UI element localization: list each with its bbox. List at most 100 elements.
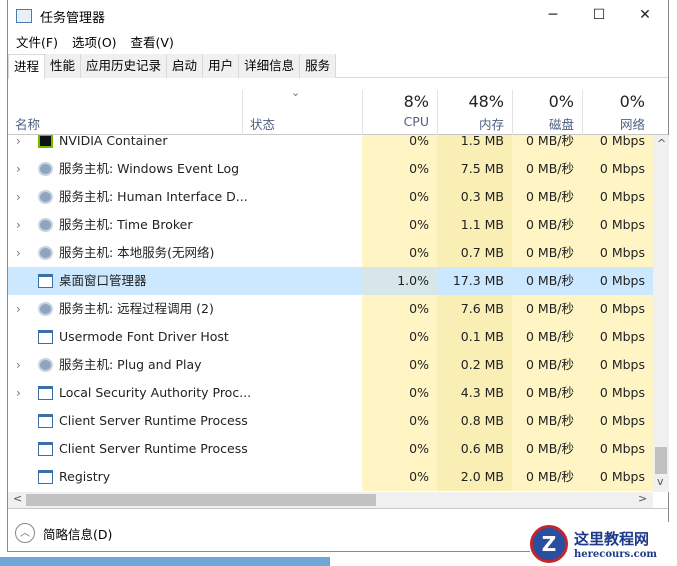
tab-details[interactable]: 详细信息 [239, 54, 301, 78]
process-disk: 0 MB/秒 [512, 267, 582, 295]
process-net: 0 Mbps [582, 135, 653, 155]
horizontal-scrollbar[interactable]: < > [8, 492, 653, 508]
chevron-up-icon: ︿ [15, 523, 35, 543]
tab-processes[interactable]: 进程 [8, 54, 46, 79]
process-row[interactable]: › 服务主机: Human Interface D... 0% 0.3 MB 0 MB/… [8, 183, 653, 211]
watermark-url: herecours.com [574, 549, 658, 560]
scroll-left-icon[interactable]: < [13, 492, 22, 505]
fewer-details-label: 简略信息(D) [43, 526, 113, 542]
vertical-scrollbar[interactable]: ^ v [653, 135, 669, 492]
tab-users[interactable]: 用户 [203, 54, 240, 78]
background-strip [0, 557, 330, 566]
tab-startup[interactable]: 启动 [167, 54, 204, 78]
cpu-total: 8% [403, 92, 429, 111]
process-disk: 0 MB/秒 [512, 379, 582, 407]
process-cpu: 0% [362, 135, 437, 155]
menu-file[interactable]: 文件(F) [16, 32, 58, 51]
expand-chevron-icon[interactable]: › [16, 351, 21, 379]
process-cpu: 0% [362, 351, 437, 379]
process-row[interactable]: › 服务主机: Time Broker 0% 1.1 MB 0 MB/秒 0 Mbps [8, 211, 653, 239]
process-mem: 1.1 MB [437, 211, 512, 239]
process-mem: 1.5 MB [437, 135, 512, 155]
process-disk: 0 MB/秒 [512, 239, 582, 267]
tab-app-history[interactable]: 应用历史记录 [81, 54, 168, 78]
column-cpu[interactable]: 8% CPU [362, 90, 437, 135]
process-row[interactable]: › Local Security Authority Proc... 0% 4.3 M… [8, 379, 653, 407]
gear-icon [38, 162, 53, 176]
expand-chevron-icon[interactable]: › [16, 295, 21, 323]
cpu-label: CPU [403, 114, 429, 129]
watermark-logo: Z [530, 525, 568, 563]
process-net: 0 Mbps [582, 379, 653, 407]
network-total: 0% [619, 92, 645, 111]
column-memory[interactable]: 48% 内存 [437, 90, 512, 135]
column-name[interactable]: 名称 [8, 90, 242, 135]
process-cpu: 0% [362, 379, 437, 407]
process-cpu: 1.0% [362, 267, 437, 295]
menu-options[interactable]: 选项(O) [72, 32, 117, 51]
window-icon [38, 442, 53, 456]
process-disk: 0 MB/秒 [512, 435, 582, 463]
gear-icon [38, 218, 53, 232]
disk-total: 0% [548, 92, 574, 111]
expand-chevron-icon[interactable]: › [16, 183, 21, 211]
process-cpu: 0% [362, 239, 437, 267]
column-status[interactable]: ⌄ 状态 [242, 86, 362, 135]
process-row[interactable]: Usermode Font Driver Host 0% 0.1 MB 0 MB/秒 0… [8, 323, 653, 351]
menu-view[interactable]: 查看(V) [131, 32, 174, 51]
process-name: 服务主机: Time Broker [59, 217, 193, 232]
horizontal-scroll-thumb[interactable] [26, 494, 376, 506]
process-row[interactable]: › 服务主机: 远程过程调用 (2) 0% 7.6 MB 0 MB/秒 0 Mbps [8, 295, 653, 323]
sort-chevron-icon: ⌄ [291, 86, 301, 99]
process-disk: 0 MB/秒 [512, 295, 582, 323]
window-title: 任务管理器 [40, 10, 106, 26]
window-icon [38, 414, 53, 428]
process-row[interactable]: › 服务主机: Windows Event Log 0% 7.5 MB 0 MB/秒 0 … [8, 155, 653, 183]
window-icon [38, 386, 53, 400]
process-name: NVIDIA Container [59, 135, 168, 148]
expand-chevron-icon[interactable]: › [16, 239, 21, 267]
process-name: 服务主机: Windows Event Log [59, 161, 240, 176]
process-row[interactable]: Client Server Runtime Process 0% 0.8 MB 0 M… [8, 407, 653, 435]
process-row[interactable]: › 服务主机: Plug and Play 0% 0.2 MB 0 MB/秒 0 Mbps [8, 351, 653, 379]
gear-icon [38, 246, 53, 260]
expand-chevron-icon[interactable]: › [16, 155, 21, 183]
process-name: Client Server Runtime Process [59, 441, 248, 456]
close-button[interactable]: ✕ [622, 0, 668, 30]
process-name: 服务主机: Plug and Play [59, 357, 202, 372]
scroll-down-icon[interactable]: v [657, 475, 664, 488]
process-row[interactable]: › 服务主机: 本地服务(无网络) 0% 0.7 MB 0 MB/秒 0 Mbps [8, 239, 653, 267]
process-net: 0 Mbps [582, 463, 653, 491]
process-net: 0 Mbps [582, 267, 653, 295]
scroll-right-icon[interactable]: > [638, 492, 647, 505]
process-cpu: 0% [362, 295, 437, 323]
expand-chevron-icon[interactable]: › [16, 379, 21, 407]
maximize-button[interactable]: ☐ [576, 0, 622, 30]
gear-icon [38, 358, 53, 372]
expand-chevron-icon[interactable]: › [16, 211, 21, 239]
process-mem: 17.3 MB [437, 267, 512, 295]
process-mem: 0.3 MB [437, 183, 512, 211]
column-network[interactable]: 0% 网络 [582, 90, 653, 135]
task-manager-icon [16, 9, 32, 23]
tab-performance[interactable]: 性能 [45, 54, 82, 78]
column-disk[interactable]: 0% 磁盘 [512, 90, 582, 135]
tab-bar: 进程 性能 应用历史记录 启动 用户 详细信息 服务 [8, 54, 668, 79]
scroll-up-icon[interactable]: ^ [657, 137, 666, 150]
process-cpu: 0% [362, 155, 437, 183]
process-net: 0 Mbps [582, 211, 653, 239]
process-row[interactable]: › NVIDIA Container 0% 1.5 MB 0 MB/秒 0 Mbps [8, 135, 653, 155]
process-row[interactable]: 桌面窗口管理器 1.0% 17.3 MB 0 MB/秒 0 Mbps [8, 267, 653, 295]
process-name: 服务主机: 远程过程调用 (2) [59, 301, 214, 316]
expand-chevron-icon[interactable]: › [16, 135, 21, 155]
watermark-title: 这里教程网 [574, 530, 650, 548]
vertical-scroll-thumb[interactable] [655, 447, 667, 474]
menu-bar: 文件(F) 选项(O) 查看(V) [16, 32, 174, 51]
process-row[interactable]: Client Server Runtime Process 0% 0.6 MB 0 M… [8, 435, 653, 463]
fewer-details-button[interactable]: ︿ 简略信息(D) [15, 523, 112, 543]
minimize-button[interactable]: ─ [530, 0, 576, 30]
tab-services[interactable]: 服务 [300, 54, 337, 78]
process-list: › NVIDIA Container 0% 1.5 MB 0 MB/秒 0 Mbps › 服务… [8, 135, 653, 492]
process-row[interactable]: Registry 0% 2.0 MB 0 MB/秒 0 Mbps [8, 463, 653, 491]
process-disk: 0 MB/秒 [512, 155, 582, 183]
